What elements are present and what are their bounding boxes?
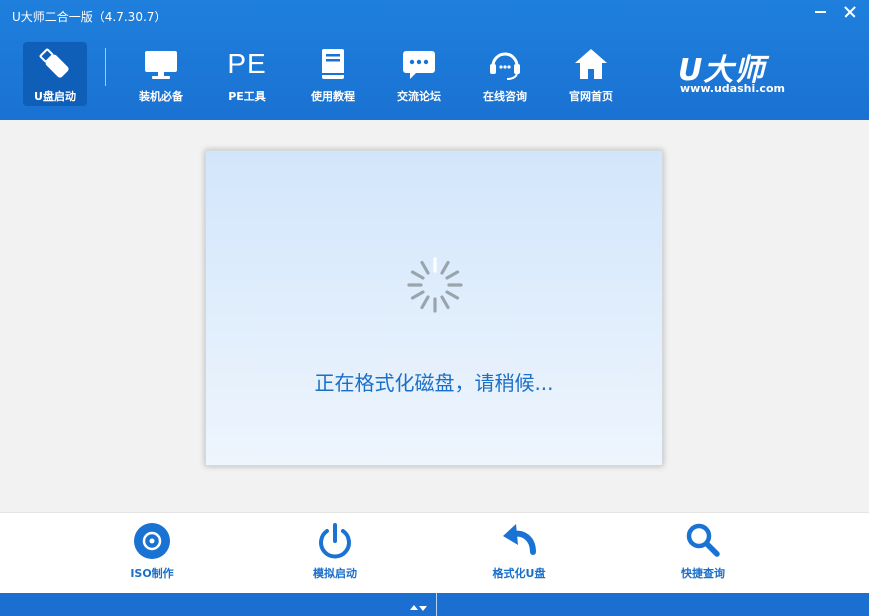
nav-forum[interactable]: 交流论坛 xyxy=(387,42,451,106)
status-message: 正在格式化磁盘，请稍候... xyxy=(314,371,554,395)
nav-tutorial[interactable]: 使用教程 xyxy=(301,42,365,106)
chat-bubble-icon xyxy=(387,46,451,82)
nav-label: 在线咨询 xyxy=(483,90,527,103)
app-window: U大师二合一版（4.7.30.7） U盘启动 装机必备 PE PE工具 使用教程… xyxy=(0,0,869,616)
nav-install-essentials[interactable]: 装机必备 xyxy=(129,42,193,106)
nav-label: U盘启动 xyxy=(34,90,76,103)
nav-label: PE工具 xyxy=(228,90,266,103)
tool-label: 模拟启动 xyxy=(313,567,357,580)
headset-icon xyxy=(473,46,537,82)
minimize-button[interactable] xyxy=(810,2,832,20)
nav-label: 使用教程 xyxy=(311,90,355,103)
nav-label: 交流论坛 xyxy=(397,90,441,103)
nav-homepage[interactable]: 官网首页 xyxy=(559,42,623,106)
undo-arrow-icon xyxy=(474,521,564,561)
home-icon xyxy=(559,46,623,82)
header: U大师二合一版（4.7.30.7） U盘启动 装机必备 PE PE工具 使用教程… xyxy=(0,0,869,120)
statusbar-divider xyxy=(436,593,437,616)
search-icon xyxy=(658,521,748,561)
monitor-icon xyxy=(129,46,193,82)
disc-icon xyxy=(107,521,197,561)
tool-label: 格式化U盘 xyxy=(492,567,546,580)
nav-separator xyxy=(105,48,106,86)
nav-online-consult[interactable]: 在线咨询 xyxy=(473,42,537,106)
window-title: U大师二合一版（4.7.30.7） xyxy=(12,10,167,24)
nav-pe-tools[interactable]: PE PE工具 xyxy=(215,42,279,106)
bottom-toolbar: ISO制作 模拟启动 格式化U盘 快捷查询 xyxy=(0,512,869,593)
status-bar xyxy=(0,593,869,616)
nav-label: 官网首页 xyxy=(569,90,613,103)
simulate-boot-button[interactable]: 模拟启动 xyxy=(290,521,380,585)
pe-icon: PE xyxy=(227,48,267,79)
brand-url: www.udashi.com xyxy=(680,82,785,95)
loading-spinner-icon xyxy=(407,257,463,313)
tool-label: ISO制作 xyxy=(130,567,174,580)
usb-drive-icon xyxy=(23,46,87,82)
expand-collapse-icon xyxy=(410,605,427,611)
close-button[interactable] xyxy=(839,2,861,20)
format-usb-button[interactable]: 格式化U盘 xyxy=(474,521,564,585)
main-area: 正在格式化磁盘，请稍候... xyxy=(0,120,869,512)
iso-create-button[interactable]: ISO制作 xyxy=(107,521,197,585)
brand-logo: U大师 www.udashi.com xyxy=(676,45,786,97)
nav-usb-boot[interactable]: U盘启动 xyxy=(23,42,87,106)
nav-label: 装机必备 xyxy=(139,90,183,103)
quick-query-button[interactable]: 快捷查询 xyxy=(658,521,748,585)
panel-toggle-button[interactable] xyxy=(404,599,432,611)
progress-panel: 正在格式化磁盘，请稍候... xyxy=(205,150,663,466)
tool-label: 快捷查询 xyxy=(681,567,725,580)
book-icon xyxy=(301,46,365,82)
power-icon xyxy=(290,521,380,561)
